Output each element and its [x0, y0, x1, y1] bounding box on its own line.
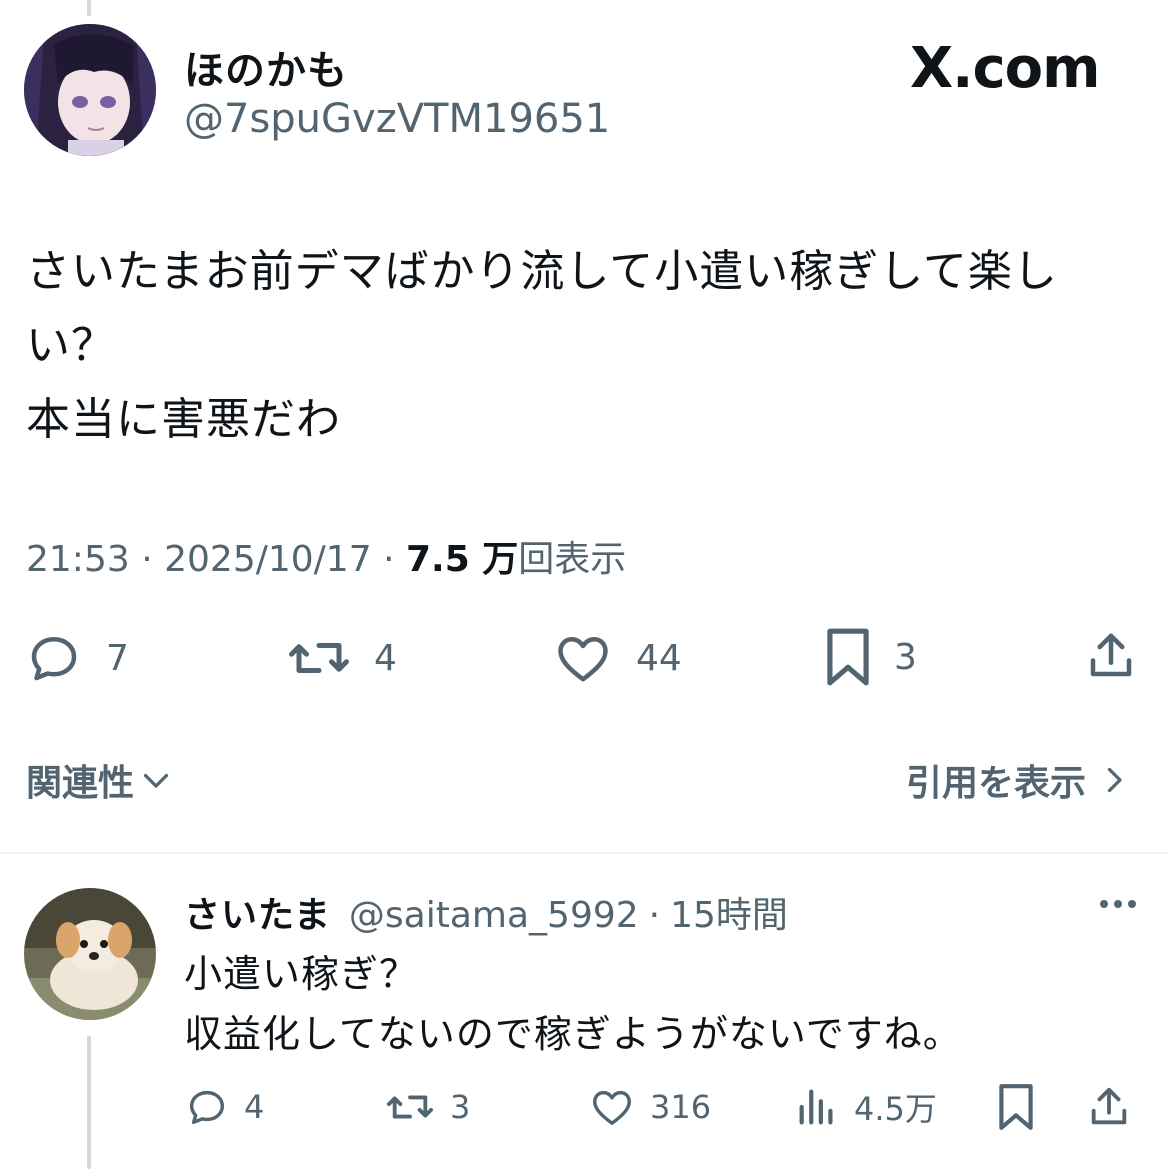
- post-date[interactable]: 2025/10/17: [164, 539, 372, 580]
- like-count: 316: [650, 1088, 712, 1126]
- repost-button[interactable]: 3: [384, 1084, 470, 1130]
- repost-icon: [289, 643, 349, 673]
- repost-count: 4: [374, 637, 397, 679]
- reply-button[interactable]: 4: [184, 1084, 264, 1130]
- reply-handle[interactable]: @saitama_5992: [349, 895, 639, 936]
- bookmark-icon: [999, 1084, 1033, 1130]
- post-time[interactable]: 21:53: [26, 539, 130, 580]
- like-icon: [593, 1090, 631, 1126]
- post-actions: 7 4 44 3: [24, 622, 1144, 692]
- chevron-down-icon: [143, 773, 169, 788]
- views-label: 回表示: [518, 539, 627, 580]
- bookmark-button[interactable]: [996, 1082, 1036, 1132]
- reply-text-line: 収益化してないので稼ぎようがないですね。: [184, 1012, 962, 1056]
- reply-text: 小遣い稼ぎ？ 収益化してないので稼ぎようがないですね。: [184, 944, 962, 1064]
- reply-actions: 4 3 316 4.5万: [184, 1080, 1144, 1134]
- post-text-line: さいたまお前デマばかり流して小遣い稼ぎして楽し: [26, 246, 1058, 297]
- repost-icon: [386, 1095, 433, 1119]
- reply-icon: [31, 637, 77, 681]
- author-display-name[interactable]: ほのかも: [184, 38, 348, 96]
- more-icon[interactable]: [1100, 900, 1136, 908]
- author-avatar[interactable]: [24, 24, 156, 156]
- like-button[interactable]: 44: [552, 628, 682, 688]
- share-icon: [1090, 633, 1132, 677]
- post-meta: 21:53 · 2025/10/17 · 7.5 万回表示: [26, 530, 626, 582]
- quotes-label: 引用を表示: [905, 763, 1086, 804]
- sort-related-button[interactable]: 関連性: [26, 754, 174, 806]
- meta-separator: ·: [383, 539, 395, 580]
- bookmark-icon: [827, 628, 869, 686]
- views-icon: [799, 1089, 833, 1125]
- post-text: さいたまお前デマばかり流して小遣い稼ぎして楽し い？ 本当に害悪だわ: [26, 235, 1136, 457]
- post-text-line: 本当に害悪だわ: [26, 394, 341, 445]
- divider: [0, 852, 1168, 854]
- author-handle[interactable]: @7spuGvzVTM19651: [184, 96, 610, 142]
- reply-display-name[interactable]: さいたま: [184, 886, 331, 938]
- like-count: 44: [636, 637, 682, 679]
- share-button[interactable]: [1086, 1082, 1132, 1132]
- reply-icon: [189, 1090, 225, 1125]
- post-text-line: い？: [26, 320, 116, 371]
- reply-count: 7: [106, 637, 129, 679]
- chevron-right-icon: [1107, 767, 1122, 793]
- reply-text-line: 小遣い稼ぎ？: [184, 952, 419, 996]
- bookmark-count: 3: [894, 636, 917, 678]
- repost-count: 3: [450, 1088, 471, 1126]
- like-button[interactable]: 316: [588, 1084, 711, 1130]
- share-button[interactable]: [1084, 626, 1138, 686]
- repost-button[interactable]: 4: [286, 628, 397, 688]
- reply-header: さいたま @saitama_5992 · 15時間: [184, 886, 788, 938]
- view-quotes-link[interactable]: 引用を表示: [906, 754, 1132, 806]
- meta-separator: ·: [648, 895, 661, 936]
- reply-button[interactable]: 7: [24, 628, 129, 688]
- meta-separator: ·: [141, 539, 153, 580]
- views-count: 7.5 万: [405, 539, 519, 580]
- thread-line: [87, 1036, 91, 1169]
- related-label: 関連性: [26, 763, 135, 804]
- views-count: 4.5万: [854, 1090, 937, 1128]
- share-icon: [1091, 1087, 1127, 1125]
- reply-time[interactable]: 15時間: [670, 886, 788, 938]
- bookmark-button[interactable]: 3: [824, 626, 917, 688]
- like-icon: [558, 637, 608, 682]
- reply-author-avatar[interactable]: [24, 888, 156, 1020]
- thread-line-top: [87, 0, 91, 16]
- views-button[interactable]: 4.5万: [794, 1084, 937, 1130]
- site-logo: X.com: [910, 36, 1100, 101]
- reply-count: 4: [244, 1088, 265, 1126]
